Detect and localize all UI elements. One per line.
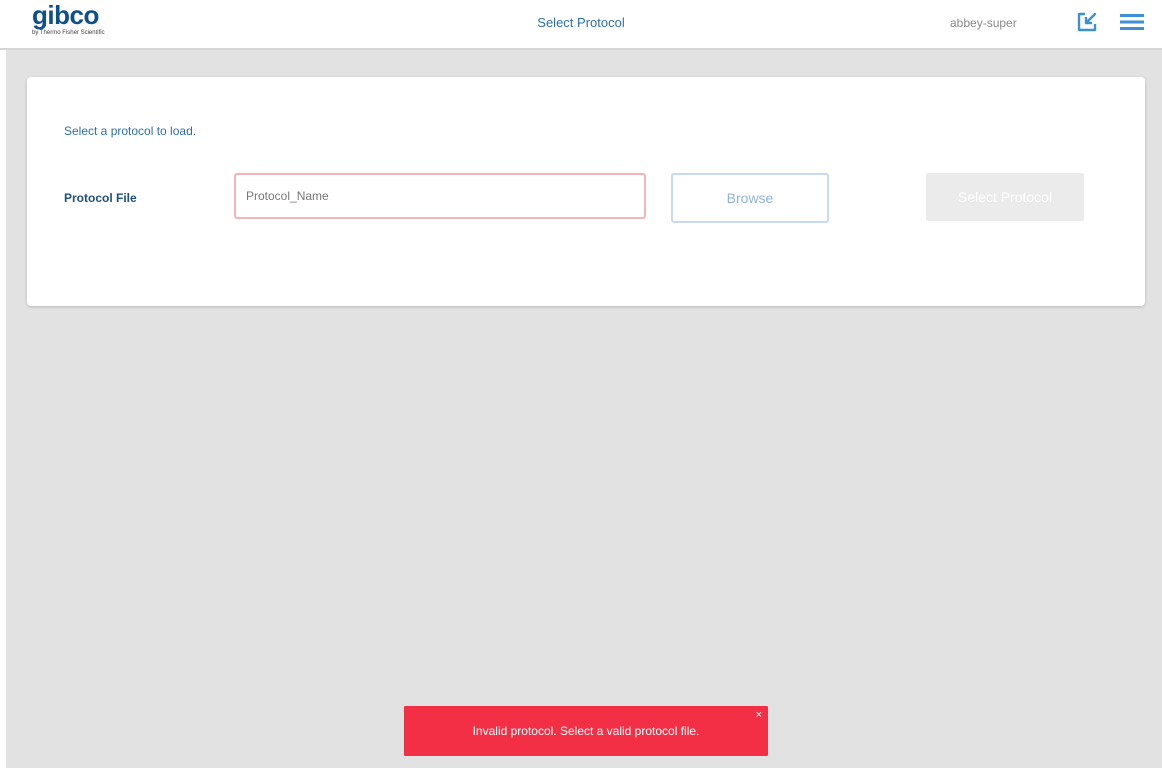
- toast-message: Invalid protocol. Select a valid protoco…: [472, 724, 700, 738]
- instruction-text: Select a protocol to load.: [64, 124, 197, 138]
- user-name: abbey-super: [950, 16, 1017, 30]
- left-edge-strip: [0, 50, 6, 768]
- top-bar: gibco by Thermo Fisher Scientific Select…: [0, 0, 1162, 50]
- select-protocol-button[interactable]: Select Protocol: [926, 173, 1084, 221]
- launch-icon[interactable]: [1076, 11, 1098, 33]
- protocol-select-card: Select a protocol to load. Protocol File…: [27, 77, 1145, 306]
- menu-icon[interactable]: [1120, 12, 1144, 32]
- logo-subtext: by Thermo Fisher Scientific: [32, 30, 105, 36]
- close-icon[interactable]: ×: [756, 709, 762, 721]
- protocol-file-input[interactable]: [234, 173, 646, 219]
- error-toast: Invalid protocol. Select a valid protoco…: [404, 706, 768, 756]
- browse-button[interactable]: Browse: [671, 173, 829, 223]
- protocol-file-label: Protocol File: [64, 191, 137, 205]
